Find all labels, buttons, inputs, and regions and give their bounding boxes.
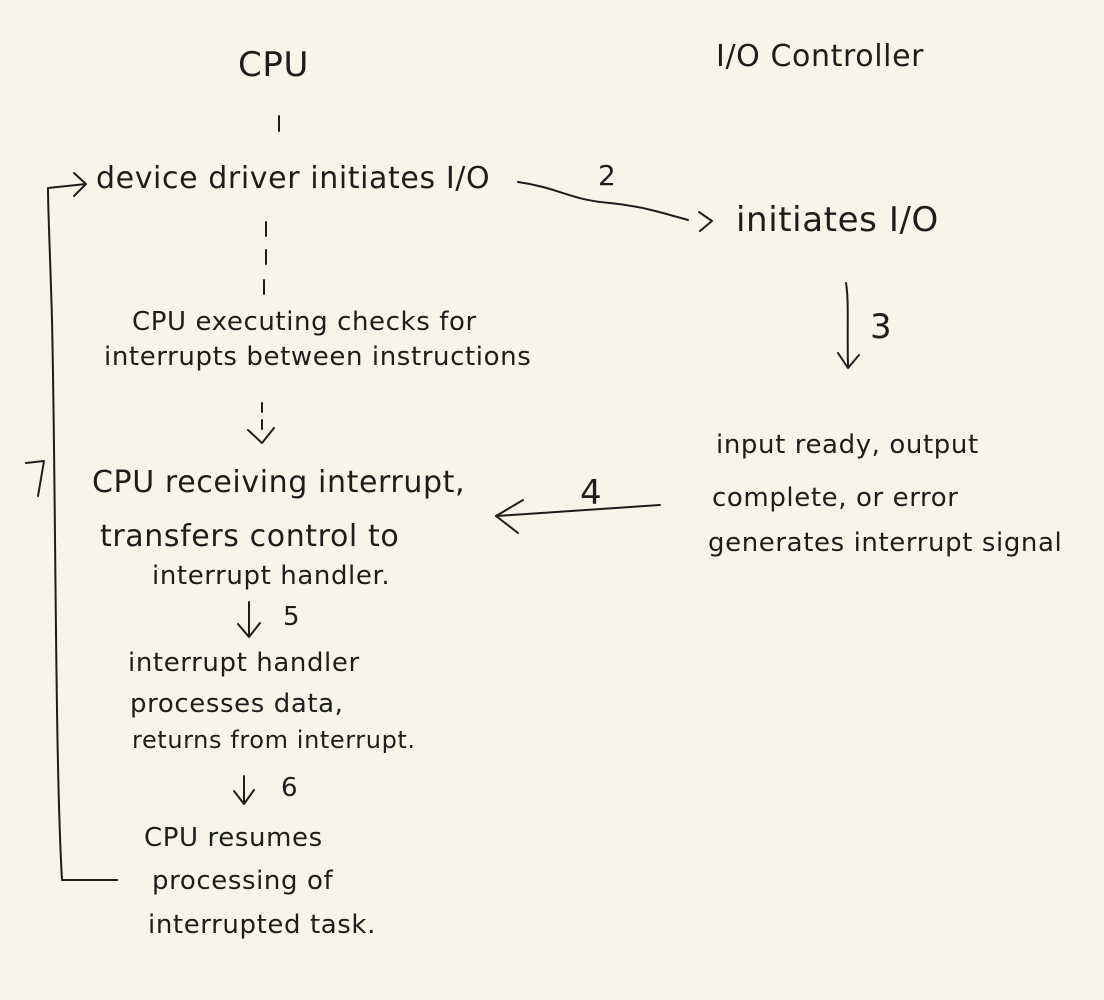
arrow-4-line — [495, 504, 661, 517]
cpu-header: CPU — [238, 45, 309, 85]
step-number-6: 6 — [281, 773, 299, 803]
io-controller-header: I/O Controller — [716, 39, 925, 74]
cpu-step-handler-line2: processes data, — [130, 689, 344, 719]
step-number-5: 5 — [283, 602, 301, 632]
cpu-step-executing-line2: interrupts between instructions — [104, 342, 532, 372]
interrupt-flow-diagram: CPU I/O Controller device driver initiat… — [0, 0, 1104, 1000]
step-number-2: 2 — [598, 159, 617, 192]
io-step-initiates: initiates I/O — [736, 200, 939, 240]
arrow-3-line — [845, 282, 849, 366]
cpu-step-handler-line1: interrupt handler — [128, 648, 360, 678]
arrow-2-head — [698, 211, 713, 232]
io-step-interrupt-line2: complete, or error — [712, 483, 959, 513]
cpu-step-device-driver: device driver initiates I/O — [96, 161, 491, 196]
cpu-step-resumes-line1: CPU resumes — [144, 823, 323, 853]
io-step-interrupt-line3: generates interrupt signal — [708, 528, 1063, 558]
step-number-4: 4 — [580, 473, 603, 513]
dashed-connector-1 — [263, 221, 267, 295]
cpu-step-resumes-line2: processing of — [152, 866, 334, 896]
dashed-arrow-2-head — [247, 427, 275, 444]
cpu-step-executing-line1: CPU executing checks for — [132, 307, 477, 337]
cpu-step-receiving-line2: transfers control to — [100, 519, 400, 554]
io-step-interrupt-line1: input ready, output — [716, 430, 979, 460]
cpu-step-receiving-line1: CPU receiving interrupt, — [92, 465, 466, 500]
cpu-step-handler-line3: returns from interrupt. — [132, 726, 416, 754]
step-number-3: 3 — [870, 307, 893, 347]
cpu-step-receiving-line3: interrupt handler. — [152, 561, 391, 591]
cpu-step-resumes-line3: interrupted task. — [148, 910, 376, 940]
